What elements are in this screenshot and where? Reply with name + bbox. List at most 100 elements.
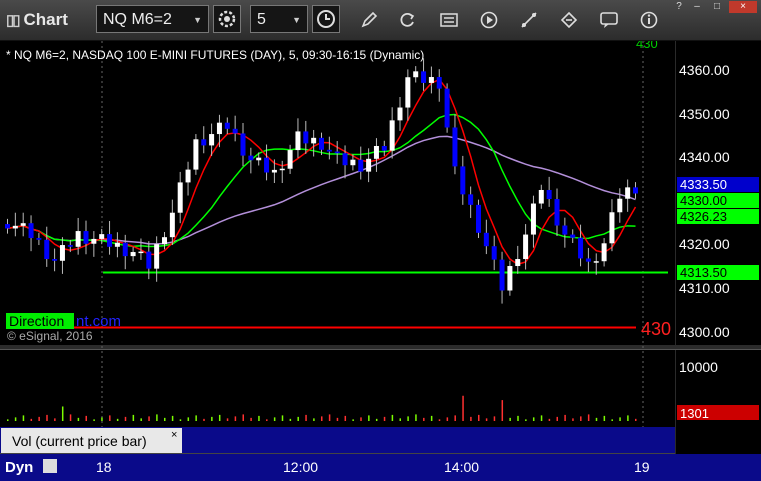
comment-icon[interactable] bbox=[600, 11, 618, 29]
candle-body bbox=[334, 151, 340, 154]
volume-study-label: Vol (current price bar) bbox=[12, 433, 147, 449]
candle-body bbox=[264, 157, 270, 173]
volume-bar bbox=[375, 418, 378, 421]
volume-bar bbox=[368, 415, 370, 421]
candle-body bbox=[483, 232, 489, 247]
line-tool-icon[interactable] bbox=[520, 11, 538, 29]
volume-bar bbox=[38, 416, 40, 421]
volume-bar bbox=[438, 419, 441, 421]
candle-body bbox=[405, 77, 411, 108]
refresh-icon[interactable] bbox=[398, 11, 416, 29]
volume-bar bbox=[321, 416, 323, 421]
help-window-button[interactable]: ? bbox=[673, 1, 685, 13]
volume-bar bbox=[273, 417, 276, 421]
candle-body bbox=[562, 225, 568, 235]
candle-body bbox=[138, 251, 144, 254]
candle-body bbox=[185, 169, 191, 183]
volume-bar bbox=[525, 419, 527, 421]
get-data-icon[interactable] bbox=[440, 11, 458, 29]
volume-bar bbox=[470, 416, 472, 421]
interval-value: 5 bbox=[257, 11, 266, 28]
candle-body bbox=[413, 71, 419, 78]
candle-body bbox=[507, 266, 513, 291]
play-icon[interactable] bbox=[480, 11, 498, 29]
candle-body bbox=[256, 157, 262, 161]
volume-bar bbox=[179, 419, 182, 421]
volume-bar bbox=[556, 416, 558, 421]
volume-bar bbox=[211, 416, 213, 421]
candle-body bbox=[99, 234, 105, 239]
volume-bar bbox=[266, 419, 268, 421]
chart-area[interactable]: * NQ M6=2, NASDAQ 100 E-MINI FUTURES (DA… bbox=[0, 41, 761, 481]
candle-body bbox=[342, 153, 348, 166]
volume-bar bbox=[532, 417, 535, 421]
volume-bar bbox=[14, 417, 17, 421]
candle-body bbox=[12, 225, 18, 229]
candle-body bbox=[538, 189, 544, 204]
symbol-settings-button[interactable] bbox=[213, 5, 241, 33]
volume-bar bbox=[164, 417, 166, 421]
candle-body bbox=[515, 259, 521, 267]
close-study-icon[interactable]: × bbox=[171, 429, 177, 441]
candle-body bbox=[59, 245, 65, 261]
candle-body bbox=[617, 198, 623, 213]
minimize-window-button[interactable]: – bbox=[689, 1, 705, 13]
candle-body bbox=[468, 194, 474, 205]
volume-bar bbox=[93, 419, 95, 421]
volume-bar bbox=[22, 415, 25, 421]
candle-body bbox=[177, 182, 183, 213]
drawing-tools-icon[interactable] bbox=[560, 11, 578, 29]
candle-body bbox=[326, 149, 332, 152]
interval-input[interactable]: 5 ▼ bbox=[250, 5, 308, 33]
interval-clock-button[interactable] bbox=[312, 5, 340, 33]
time-axis-label: 19 bbox=[634, 459, 650, 475]
volume-bar bbox=[548, 418, 551, 421]
time-axis-label: 18 bbox=[96, 459, 112, 475]
volume-bar bbox=[85, 415, 87, 421]
volume-bar bbox=[250, 417, 252, 421]
volume-bar bbox=[462, 395, 464, 421]
candle-body bbox=[287, 150, 293, 169]
candle-body bbox=[216, 122, 222, 135]
candle-body bbox=[389, 120, 395, 151]
window-title: ▯▯ Chart bbox=[6, 10, 68, 30]
info-icon[interactable] bbox=[640, 11, 658, 29]
dynamic-icon[interactable] bbox=[43, 459, 57, 473]
volume-bar bbox=[603, 415, 606, 421]
volume-bar bbox=[101, 417, 103, 421]
candle-body bbox=[44, 239, 50, 260]
candle-body bbox=[28, 223, 34, 239]
volume-bar bbox=[305, 414, 307, 421]
candle-body bbox=[554, 199, 560, 226]
candle-body bbox=[633, 187, 638, 194]
volume-bar bbox=[313, 418, 315, 421]
top-right-label: 430 bbox=[636, 41, 658, 51]
volume-bar bbox=[407, 416, 409, 421]
volume-bar bbox=[517, 415, 519, 421]
pencil-icon[interactable] bbox=[360, 11, 378, 29]
candle-body bbox=[36, 238, 42, 240]
volume-bar bbox=[54, 418, 56, 421]
time-axis-line bbox=[0, 453, 675, 454]
candle-body bbox=[578, 237, 584, 259]
level-price-tag-text: 4313.50 bbox=[680, 265, 727, 280]
maximize-window-button[interactable]: □ bbox=[709, 1, 725, 13]
candle-body bbox=[491, 246, 497, 260]
copyright-text: © eSignal, 2016 bbox=[7, 329, 93, 343]
symbol-input[interactable]: NQ M6=2 ▼ bbox=[96, 5, 209, 33]
volume-bar bbox=[635, 418, 637, 421]
candle-body bbox=[460, 166, 466, 195]
clock-icon bbox=[317, 10, 335, 28]
volume-bar bbox=[611, 419, 613, 421]
volume-bar bbox=[203, 418, 205, 421]
candle-body bbox=[271, 169, 277, 173]
candle-body bbox=[373, 145, 379, 159]
price-axis-label: 4360.00 bbox=[679, 62, 730, 78]
volume-bar bbox=[30, 418, 33, 421]
volume-bar bbox=[399, 418, 401, 421]
candle-body bbox=[75, 231, 81, 247]
candle-body bbox=[279, 168, 285, 171]
candle-body bbox=[169, 212, 175, 238]
close-window-button[interactable]: × bbox=[729, 1, 757, 13]
candle-body bbox=[585, 258, 591, 262]
